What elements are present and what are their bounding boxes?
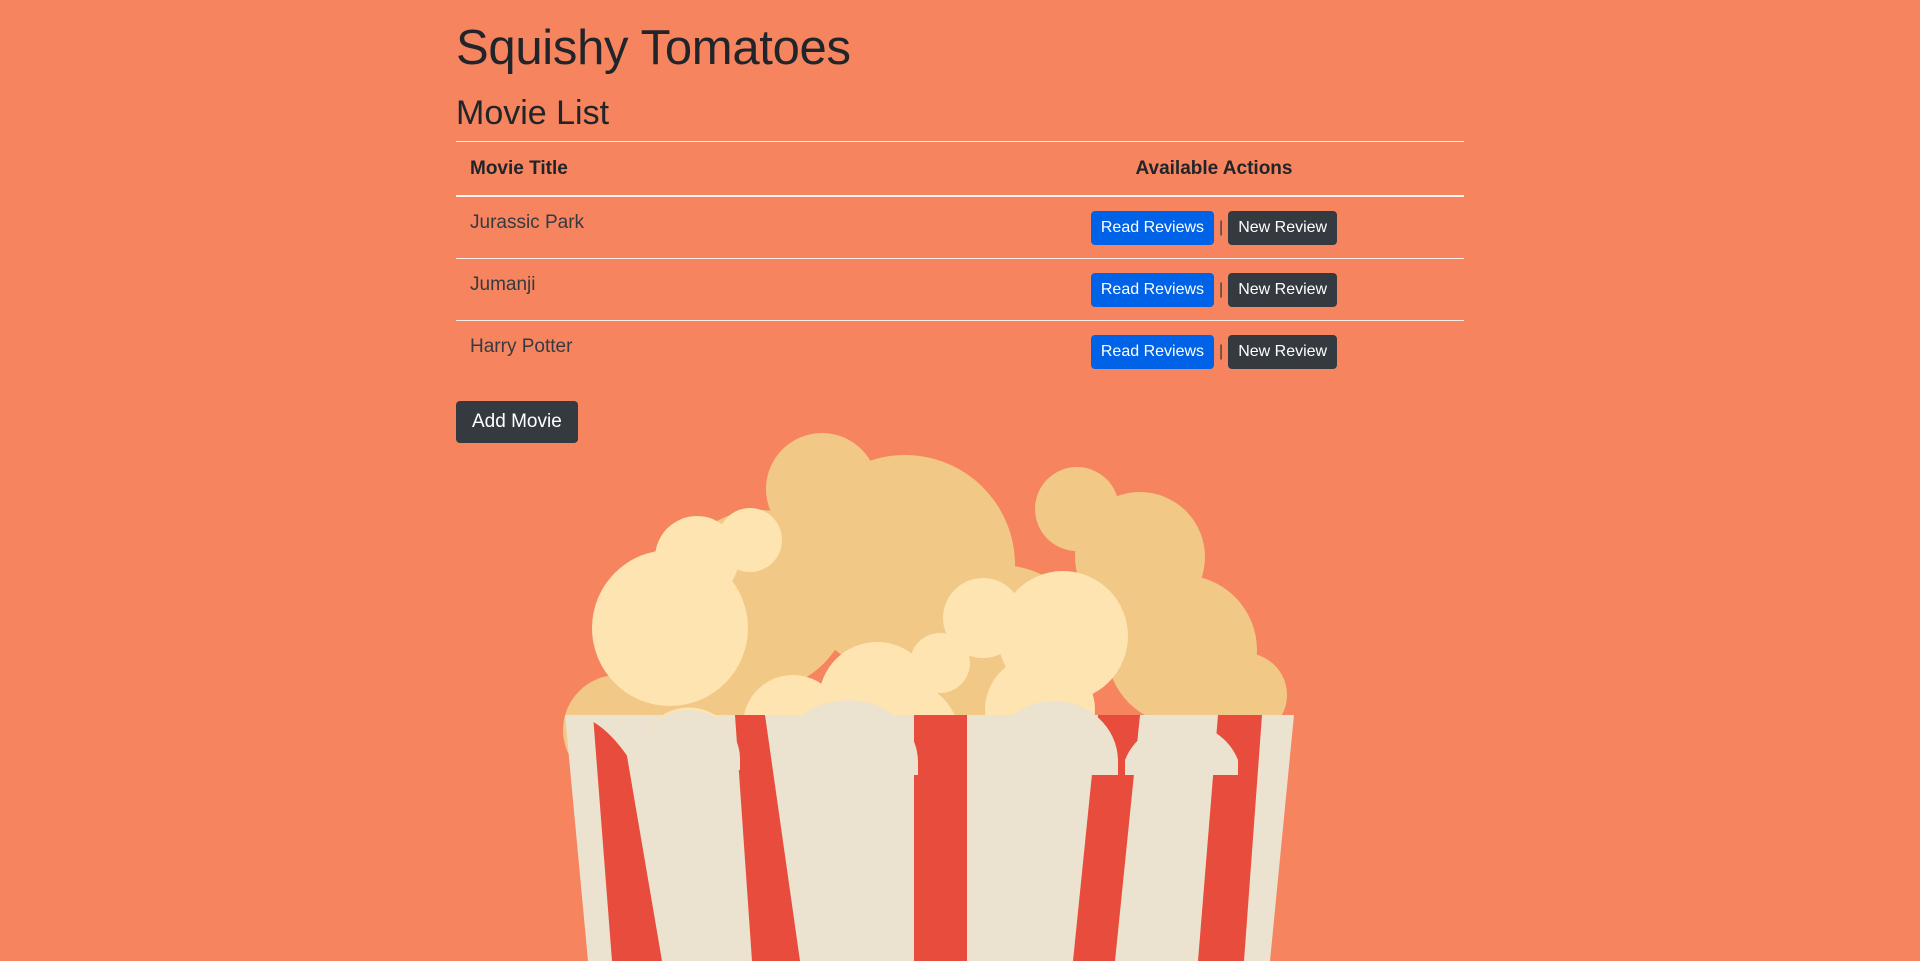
movie-table: Movie Title Available Actions Jurassic P…	[456, 141, 1464, 382]
column-header-movie-title: Movie Title	[456, 141, 964, 197]
read-reviews-button[interactable]: Read Reviews	[1090, 334, 1215, 369]
table-row: Jumanji Read Reviews | New Review	[456, 258, 1464, 321]
new-review-button[interactable]: New Review	[1228, 334, 1338, 369]
action-separator: |	[1219, 218, 1224, 236]
action-separator: |	[1219, 280, 1224, 298]
movie-actions: Read Reviews | New Review	[964, 320, 1464, 382]
page-title: Movie List	[456, 94, 610, 132]
action-separator: |	[1219, 342, 1224, 360]
movie-actions: Read Reviews | New Review	[964, 195, 1464, 259]
movie-title: Jumanji	[456, 258, 964, 321]
new-review-button[interactable]: New Review	[1228, 272, 1338, 307]
new-review-button[interactable]: New Review	[1228, 210, 1338, 245]
movie-title: Jurassic Park	[456, 195, 964, 259]
table-header-row: Movie Title Available Actions	[456, 141, 1464, 197]
column-header-available-actions: Available Actions	[964, 141, 1464, 197]
table-row: Harry Potter Read Reviews | New Review	[456, 320, 1464, 382]
app-title: Squishy Tomatoes	[456, 21, 851, 75]
table-row: Jurassic Park Read Reviews | New Review	[456, 195, 1464, 259]
movie-actions: Read Reviews | New Review	[964, 258, 1464, 321]
popcorn-icon	[563, 433, 1294, 961]
movie-title: Harry Potter	[456, 320, 964, 382]
read-reviews-button[interactable]: Read Reviews	[1090, 272, 1215, 307]
read-reviews-button[interactable]: Read Reviews	[1090, 210, 1215, 245]
